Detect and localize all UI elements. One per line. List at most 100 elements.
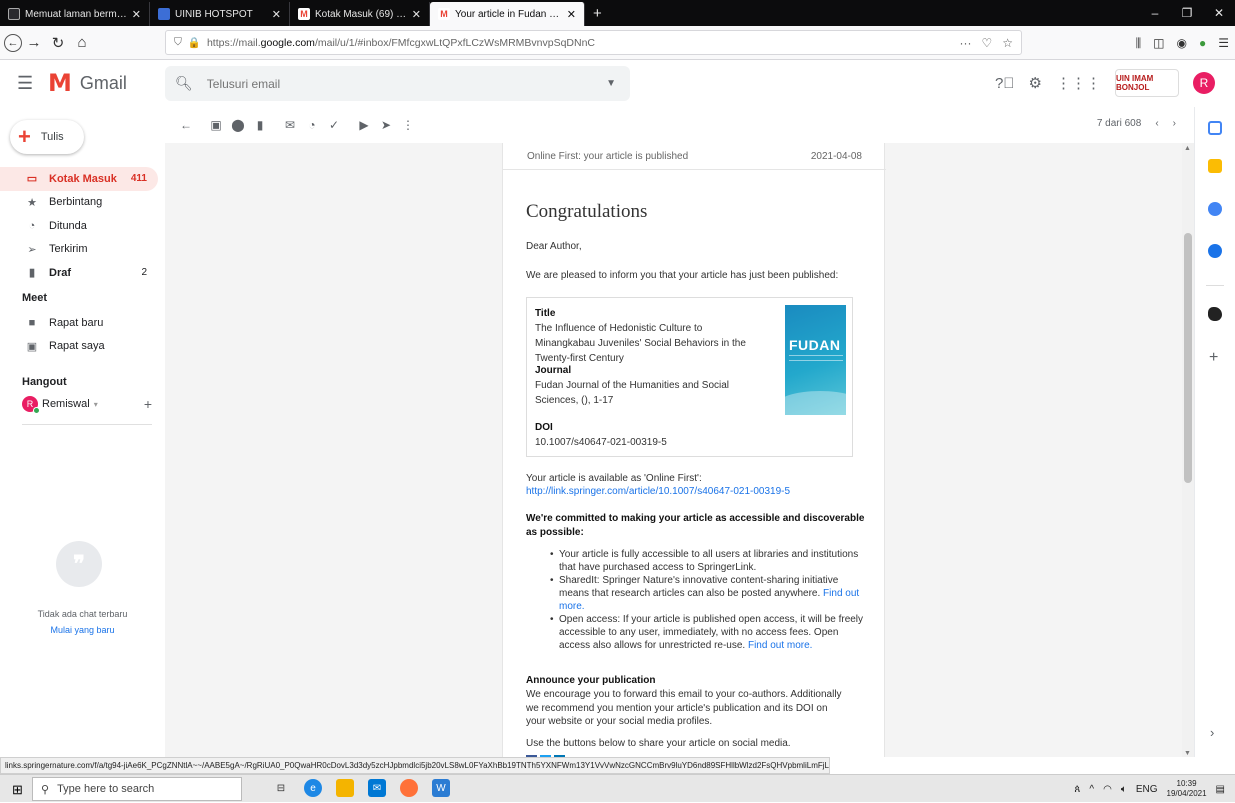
close-window-icon[interactable]: ✕ — [1203, 0, 1235, 26]
scroll-up-icon[interactable]: ▲ — [1184, 145, 1191, 152]
sidebar-icon[interactable]: ◫ — [1153, 36, 1164, 50]
taskbar-search[interactable]: ⚲ Type here to search — [32, 777, 242, 801]
windows-start-icon[interactable]: ⊞ — [12, 782, 23, 798]
browser-tab[interactable]: Memuat laman bermasalah ✕ — [0, 2, 150, 26]
home-icon[interactable]: ⌂ — [70, 34, 94, 51]
warning-icon — [8, 8, 20, 20]
sidebar-item-inbox[interactable]: ▭ Kotak Masuk 411 — [0, 167, 158, 191]
restore-icon[interactable]: ❐ — [1171, 0, 1203, 26]
sidebar-item-new-meeting[interactable]: ■ Rapat baru — [0, 311, 165, 335]
organization-logo[interactable]: UIN IMAM BONJOL — [1115, 69, 1179, 97]
menu-icon[interactable]: ☰ — [1218, 36, 1229, 50]
back-icon[interactable]: ← — [4, 33, 22, 52]
hangout-user[interactable]: R Remiswal ▾ + — [22, 396, 152, 414]
volume-icon[interactable]: 🔈︎ — [1121, 784, 1127, 795]
older-chevron-icon[interactable]: › — [1173, 118, 1176, 129]
sidebar-item-snoozed[interactable]: ◔ Ditunda — [0, 214, 165, 238]
start-new-chat-link[interactable]: Mulai yang baru — [0, 625, 165, 635]
network-icon[interactable]: ◠ — [1103, 784, 1112, 795]
label-icon[interactable]: ➤ — [375, 118, 397, 132]
close-icon[interactable]: ✕ — [132, 8, 141, 21]
apps-grid-icon[interactable]: ⋮⋮⋮ — [1056, 74, 1101, 92]
scroll-down-icon[interactable]: ▼ — [1184, 750, 1191, 757]
bookmark-star-icon[interactable]: ☆ — [1002, 36, 1013, 50]
add-to-tasks-icon[interactable]: ✓ — [323, 118, 345, 132]
addon-app-icon[interactable] — [1208, 307, 1222, 321]
system-tray: ጰ ^ ◠ 🔈︎ ENG 10:39 19/04/2021 ▤ — [1074, 775, 1225, 803]
compose-button[interactable]: + Tulis — [10, 120, 84, 154]
close-icon[interactable]: ✕ — [567, 8, 576, 21]
file-explorer-icon[interactable] — [336, 779, 354, 797]
vertical-scrollbar[interactable]: ▲ ▼ — [1182, 143, 1194, 757]
chevron-down-icon[interactable]: ▾ — [94, 400, 98, 409]
mail-app-icon[interactable]: ✉ — [368, 779, 386, 797]
input-language[interactable]: ENG — [1136, 784, 1158, 795]
calendar-app-icon[interactable] — [1208, 121, 1222, 135]
scrollbar-thumb[interactable] — [1184, 233, 1192, 483]
taskbar-search-placeholder: Type here to search — [57, 783, 155, 795]
close-icon[interactable]: ✕ — [412, 8, 421, 21]
move-to-icon[interactable]: ▶ — [353, 118, 375, 132]
help-icon[interactable]: ?⃝ — [995, 75, 1015, 92]
meet-list: ■ Rapat baru ▣ Rapat saya — [0, 311, 165, 358]
delete-icon[interactable]: ▮ — [249, 118, 271, 132]
gmail-logo[interactable]: M Gmail — [48, 70, 127, 96]
list-item: SharedIt: Springer Nature's innovative c… — [550, 574, 868, 613]
article-link[interactable]: http://link.springer.com/article/10.1007… — [526, 485, 866, 499]
system-clock[interactable]: 10:39 19/04/2021 — [1167, 779, 1207, 799]
people-icon[interactable]: ጰ — [1074, 784, 1080, 795]
firefox-icon[interactable] — [400, 779, 418, 797]
sidebar-item-my-meetings[interactable]: ▣ Rapat saya — [0, 335, 165, 359]
contacts-app-icon[interactable] — [1208, 244, 1222, 258]
library-icon[interactable]: ⫼ — [1136, 36, 1142, 51]
extension-icon[interactable]: ● — [1199, 36, 1206, 50]
hangout-avatar: R — [22, 396, 40, 414]
forward-icon[interactable]: → — [22, 34, 46, 51]
browser-tab[interactable]: M Kotak Masuk (69) - ecisriwahyu ✕ — [290, 2, 430, 26]
email-banner-title: Online First: your article is published — [527, 150, 689, 162]
search-input[interactable] — [206, 76, 587, 91]
sidebar-item-sent[interactable]: ➢ Terkirim — [0, 238, 165, 262]
search-bar[interactable]: 🔍︎ ▼ — [165, 66, 630, 101]
sidebar-item-starred[interactable]: ★ Berbintang — [0, 191, 165, 215]
notification-icon[interactable]: ▤ — [1216, 784, 1225, 795]
minimize-icon[interactable]: – — [1139, 0, 1171, 26]
url-bar[interactable]: ⛉ 🔒 https://mail.google.com/mail/u/1/#in… — [165, 30, 1022, 55]
tasks-app-icon[interactable] — [1208, 202, 1222, 216]
search-options-icon[interactable]: ▼ — [606, 78, 616, 89]
account-icon[interactable]: ◉ — [1177, 36, 1187, 50]
keep-app-icon[interactable] — [1208, 159, 1222, 173]
account-avatar[interactable]: R — [1193, 72, 1215, 94]
back-arrow-icon[interactable]: ← — [175, 118, 197, 132]
tray-chevron-up-icon[interactable]: ^ — [1089, 784, 1094, 795]
reload-icon[interactable]: ↻ — [46, 34, 70, 52]
edge-browser-icon[interactable]: e — [304, 779, 322, 797]
more-options-icon[interactable]: ⋮ — [397, 118, 419, 132]
add-chat-icon[interactable]: + — [144, 396, 152, 412]
expand-panel-chevron-icon[interactable]: › — [1210, 725, 1214, 740]
mark-unread-icon[interactable]: ✉ — [279, 118, 301, 132]
task-view-icon[interactable]: ⊟ — [272, 779, 290, 797]
search-icon[interactable]: 🔍︎ — [175, 75, 193, 92]
pocket-icon[interactable]: ♡ — [981, 36, 992, 50]
page-actions-icon[interactable]: ··· — [959, 36, 971, 50]
new-tab-button[interactable]: + — [585, 2, 610, 26]
browser-tab[interactable]: UINIB HOTSPOT ✕ — [150, 2, 290, 26]
snooze-icon[interactable]: ◔ — [301, 118, 323, 132]
close-icon[interactable]: ✕ — [272, 8, 281, 21]
browser-tab-active[interactable]: M Your article in Fudan Journal of ✕ — [430, 2, 585, 26]
sidebar-item-drafts[interactable]: ▮ Draf 2 — [0, 261, 165, 285]
newer-chevron-icon[interactable]: ‹ — [1155, 118, 1158, 129]
search-icon: ⚲ — [41, 783, 50, 796]
journal-cover-image: FUDAN — [785, 305, 846, 415]
report-spam-icon[interactable]: ⬤ — [227, 118, 249, 132]
settings-gear-icon[interactable]: ⚙ — [1029, 74, 1042, 92]
word-app-icon[interactable]: W — [432, 779, 450, 797]
get-addons-plus-icon[interactable]: + — [1209, 349, 1218, 367]
archive-icon[interactable]: ▣ — [205, 118, 227, 132]
chat-quote-icon: ❞ — [56, 541, 102, 587]
gmail-icon: M — [438, 8, 450, 20]
tab-label: Your article in Fudan Journal of — [455, 8, 562, 20]
hamburger-menu-icon[interactable]: ☰ — [17, 73, 33, 94]
find-out-more-link[interactable]: Find out more. — [748, 640, 812, 651]
